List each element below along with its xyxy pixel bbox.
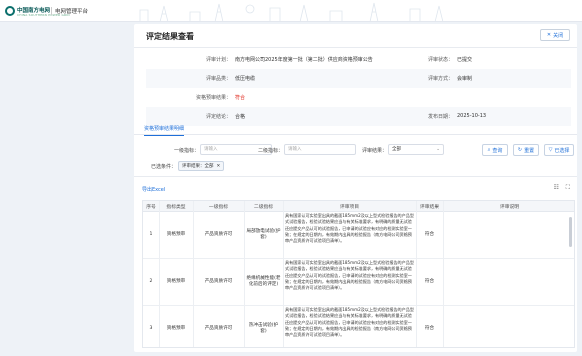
category-value: 低压电缆 [235, 76, 256, 82]
col-header-level1: 一级指标 [193, 201, 244, 212]
col-header-no: 序号 [143, 201, 159, 212]
col-header-level2: 二级指标 [244, 201, 283, 212]
filter-label: 已选择 [554, 147, 570, 154]
reset-label: 重置 [524, 147, 535, 154]
cell-type: 资格预审 [166, 231, 186, 237]
status-label: 评审状态： [427, 57, 453, 63]
result-panel: 评定结果查看 ✕ 关闭 评审计划： 南方电网公司2025年度第一批（第二批）供应… [134, 24, 577, 352]
status-value: 已提交 [457, 57, 473, 63]
search-icon: ⌕ [487, 147, 491, 153]
result-filter-label: 评审结果： [362, 148, 388, 154]
cell-level2: 热冲击试验(护套) [248, 322, 279, 334]
level2-filter-label: 二级指标： [258, 148, 284, 154]
cell-requirement: 具有国家认可实验室出具的截面185mm2及以上型式检验报告的产品型式试验报告，检… [285, 260, 414, 291]
col-header-type: 指标类型 [159, 201, 193, 212]
cell-no: 3 [149, 325, 153, 331]
cell-type: 资格预审 [166, 325, 186, 331]
col-header-item: 评审项目 [283, 201, 416, 212]
cell-level1: 产品资质许可 [204, 325, 233, 331]
chip-text: 评审结果：全部 [182, 164, 214, 169]
cell-result: 符合 [424, 325, 435, 331]
tab-qualification-detail[interactable]: 资格预审结果明细 [144, 125, 185, 136]
result-label: 评定结论： [205, 114, 231, 120]
qualified-value: 符合 [235, 95, 246, 101]
platform-name: 电网管理平台 [55, 9, 89, 15]
close-label: 关闭 [553, 32, 564, 39]
info-row-plan: 评审计划： 南方电网公司2025年度第一批（第二批）供应商资格预审公告 评审状态… [146, 50, 571, 69]
column-settings-icon[interactable]: ☷ [554, 184, 559, 191]
cell-level2: 绝缘机械性能(老化前后的评定) [246, 275, 281, 287]
cell-requirement: 具有国家认可实验室出具的截面185mm2及以上型式检验报告的产品型式试验报告，检… [285, 213, 414, 244]
result-filter-value: 全部 [392, 147, 401, 152]
cell-requirement: 具有国家认可实验室出具的截面185mm2及以上型式检验报告的产品型式试验报告，检… [285, 307, 414, 338]
col-header-desc: 评审说明 [443, 201, 574, 212]
info-row-qualified: 资格预审结果： 符合 [146, 88, 571, 107]
top-header: 中国南方电网 CHINA SOUTHERN POWER GRID 电网管理平台 [0, 0, 582, 22]
col-header-result: 评审结果 [416, 201, 443, 212]
result-filter-select[interactable]: 全部 ⌄ [388, 144, 444, 155]
company-logo-icon [5, 6, 15, 16]
cell-result: 符合 [424, 278, 435, 284]
result-table: 序号 指标类型 一级指标 二级指标 评审项目 评审结果 评审说明 1 资格预审 … [142, 200, 575, 348]
result-value: 合格 [235, 114, 246, 120]
reset-icon: ↻ [517, 147, 523, 153]
date-label: 发布日期： [427, 114, 453, 120]
header-divider [51, 7, 52, 15]
close-icon: ✕ [546, 32, 552, 38]
selected-conditions-label: 已选条件： [151, 164, 177, 170]
cell-level1: 产品资质许可 [204, 231, 233, 237]
cell-level1: 产品资质许可 [204, 278, 233, 284]
close-icon[interactable]: ✕ [217, 164, 221, 169]
query-label: 查询 [492, 147, 503, 154]
query-button[interactable]: ⌕ 查询 [482, 144, 508, 156]
filter-icon: ▽ [548, 147, 553, 153]
info-row-category: 评审品类： 低压电缆 评审方式： 会审制 [146, 69, 571, 88]
category-label: 评审品类： [205, 76, 231, 82]
method-value: 会审制 [457, 76, 473, 82]
cell-no: 2 [149, 278, 153, 284]
plan-label: 评审计划： [205, 57, 231, 63]
reset-button[interactable]: ↻ 重置 [513, 144, 539, 156]
qualified-label: 资格预审结果： [195, 95, 231, 101]
level1-filter-label: 一级指标： [174, 148, 200, 154]
cell-type: 资格预审 [166, 278, 186, 284]
title-divider [134, 47, 577, 48]
cell-result: 符合 [424, 231, 435, 237]
table-scrollbar[interactable] [569, 217, 572, 247]
export-excel-button[interactable]: 导出Excel [142, 183, 172, 195]
selected-filter-chip[interactable]: 评审结果：全部 ✕ [178, 161, 225, 171]
cell-no: 1 [149, 231, 153, 237]
plan-value: 南方电网公司2025年度第一批（第二批）供应商资格预审公告 [235, 57, 373, 63]
chevron-down-icon: ⌄ [436, 147, 440, 152]
col-divider [443, 201, 444, 347]
fullscreen-icon[interactable]: ⛶ [566, 184, 570, 192]
detail-tabs: 资格预审结果明细 [134, 123, 577, 136]
method-label: 评审方式： [427, 76, 453, 82]
header-skyline-decoration [139, 2, 444, 21]
filter-divider [134, 176, 577, 177]
close-button[interactable]: ✕ 关闭 [540, 29, 570, 41]
level2-filter-input[interactable]: 请输入 [284, 144, 356, 155]
date-value: 2025-10-13 [457, 113, 487, 119]
cell-level2: 局部放电试验(护套) [246, 228, 281, 240]
page-title: 评定结果查看 [146, 32, 194, 41]
filter-button[interactable]: ▽ 已选择 [544, 144, 574, 156]
